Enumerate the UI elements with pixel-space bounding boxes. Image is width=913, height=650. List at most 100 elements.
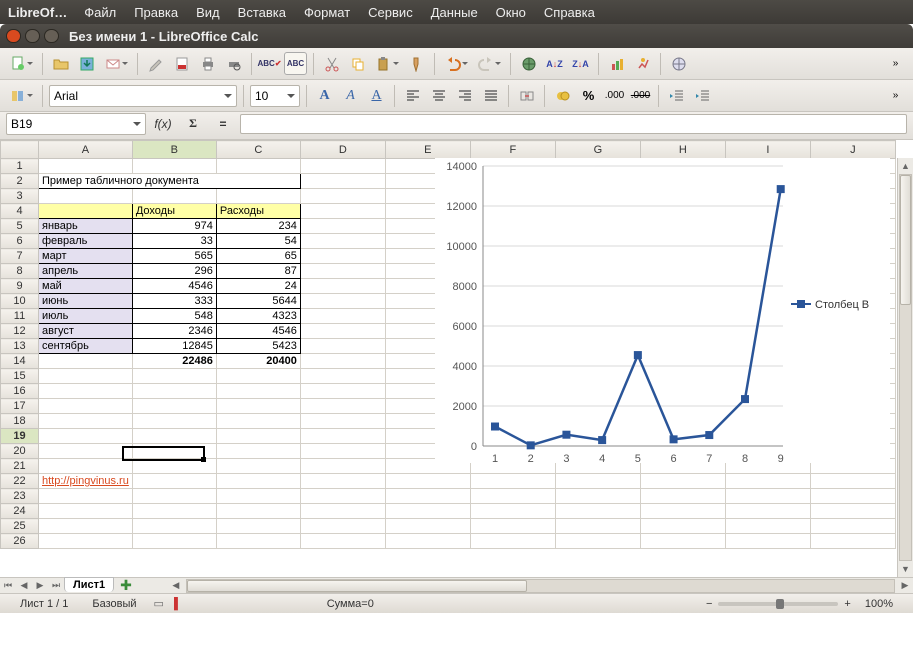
menu-tools[interactable]: Сервис: [359, 5, 422, 20]
toolbar-overflow-button-2[interactable]: »: [884, 84, 907, 107]
cell[interactable]: [300, 189, 385, 204]
cell[interactable]: [216, 384, 300, 399]
scroll-down-button[interactable]: ▼: [898, 561, 913, 577]
add-sheet-button[interactable]: ✚: [114, 577, 138, 594]
select-all-corner[interactable]: [1, 141, 39, 159]
cell[interactable]: [132, 429, 216, 444]
tab-prev-button[interactable]: ◀: [16, 579, 32, 593]
format-paintbrush-button[interactable]: [405, 52, 428, 75]
cell[interactable]: 87: [216, 264, 300, 279]
cell[interactable]: 333: [132, 294, 216, 309]
tab-last-button[interactable]: ⏭: [48, 579, 64, 593]
cell[interactable]: [385, 474, 470, 489]
cell[interactable]: [39, 189, 133, 204]
cell[interactable]: [725, 519, 810, 534]
merge-cells-button[interactable]: [515, 84, 538, 107]
cell[interactable]: [300, 234, 385, 249]
hyperlink-button[interactable]: [517, 52, 540, 75]
decrease-indent-button[interactable]: [665, 84, 688, 107]
cell[interactable]: 5644: [216, 294, 300, 309]
font-size-combo[interactable]: [250, 85, 300, 107]
cell[interactable]: [132, 189, 216, 204]
cell[interactable]: [300, 534, 385, 549]
sort-desc-button[interactable]: Z↓A: [569, 52, 592, 75]
cell[interactable]: [300, 294, 385, 309]
cell[interactable]: 12845: [132, 339, 216, 354]
cell[interactable]: [132, 159, 216, 174]
col-header-D[interactable]: D: [300, 141, 385, 159]
cell[interactable]: июнь: [39, 294, 133, 309]
export-pdf-button[interactable]: [170, 52, 193, 75]
zoom-in-button[interactable]: +: [844, 598, 850, 610]
font-name-input[interactable]: [54, 89, 220, 103]
cell[interactable]: [470, 489, 555, 504]
cell[interactable]: [39, 429, 133, 444]
cell[interactable]: [216, 414, 300, 429]
print-button[interactable]: [196, 52, 219, 75]
menu-window[interactable]: Окно: [487, 5, 535, 20]
cell[interactable]: [555, 534, 640, 549]
col-header-E[interactable]: E: [385, 141, 470, 159]
font-size-input[interactable]: [255, 89, 283, 103]
row-header-1[interactable]: 1: [1, 159, 39, 174]
new-doc-button[interactable]: [6, 52, 29, 75]
cell[interactable]: [300, 309, 385, 324]
cell[interactable]: [216, 399, 300, 414]
align-center-button[interactable]: [427, 84, 450, 107]
cell[interactable]: [470, 519, 555, 534]
menu-data[interactable]: Данные: [422, 5, 487, 20]
cell[interactable]: [300, 489, 385, 504]
row-header-7[interactable]: 7: [1, 249, 39, 264]
navigator-button[interactable]: [667, 52, 690, 75]
save-button[interactable]: [75, 52, 98, 75]
cell[interactable]: [39, 519, 133, 534]
row-header-2[interactable]: 2: [1, 174, 39, 189]
cell[interactable]: [300, 279, 385, 294]
show-draw-functions-button[interactable]: [631, 52, 654, 75]
cell[interactable]: 33: [132, 234, 216, 249]
col-header-H[interactable]: H: [640, 141, 725, 159]
cell[interactable]: [39, 414, 133, 429]
cell[interactable]: [216, 369, 300, 384]
scroll-up-button[interactable]: ▲: [898, 158, 913, 174]
window-maximize-button[interactable]: [44, 29, 59, 43]
cell[interactable]: [300, 519, 385, 534]
cell[interactable]: [555, 504, 640, 519]
cell[interactable]: [132, 444, 216, 459]
cell[interactable]: [216, 504, 300, 519]
cell[interactable]: [810, 474, 895, 489]
paste-button[interactable]: [372, 52, 395, 75]
cell[interactable]: 974: [132, 219, 216, 234]
cell[interactable]: 4323: [216, 309, 300, 324]
cell[interactable]: [300, 384, 385, 399]
styles-button[interactable]: [6, 84, 29, 107]
row-header-15[interactable]: 15: [1, 369, 39, 384]
email-button[interactable]: [101, 52, 124, 75]
scroll-right-button[interactable]: ▶: [897, 579, 913, 593]
row-header-4[interactable]: 4: [1, 204, 39, 219]
cell[interactable]: [300, 204, 385, 219]
cell[interactable]: [132, 474, 216, 489]
cell[interactable]: [132, 384, 216, 399]
cell[interactable]: [810, 504, 895, 519]
zoom-slider[interactable]: [718, 602, 838, 606]
cell[interactable]: [300, 249, 385, 264]
scroll-left-button[interactable]: ◀: [168, 579, 184, 593]
row-header-8[interactable]: 8: [1, 264, 39, 279]
cell[interactable]: апрель: [39, 264, 133, 279]
zoom-level[interactable]: 100%: [865, 598, 893, 610]
menu-file[interactable]: Файл: [75, 5, 125, 20]
cell[interactable]: 296: [132, 264, 216, 279]
col-header-I[interactable]: I: [725, 141, 810, 159]
cell[interactable]: [132, 504, 216, 519]
cell[interactable]: май: [39, 279, 133, 294]
row-header-14[interactable]: 14: [1, 354, 39, 369]
redo-button[interactable]: [474, 52, 497, 75]
row-header-21[interactable]: 21: [1, 459, 39, 474]
undo-button[interactable]: [441, 52, 464, 75]
cell-reference-input[interactable]: [11, 117, 129, 131]
function-wizard-button[interactable]: f(x): [153, 114, 173, 134]
col-header-J[interactable]: J: [810, 141, 895, 159]
cell[interactable]: [555, 474, 640, 489]
window-close-button[interactable]: [6, 29, 21, 43]
